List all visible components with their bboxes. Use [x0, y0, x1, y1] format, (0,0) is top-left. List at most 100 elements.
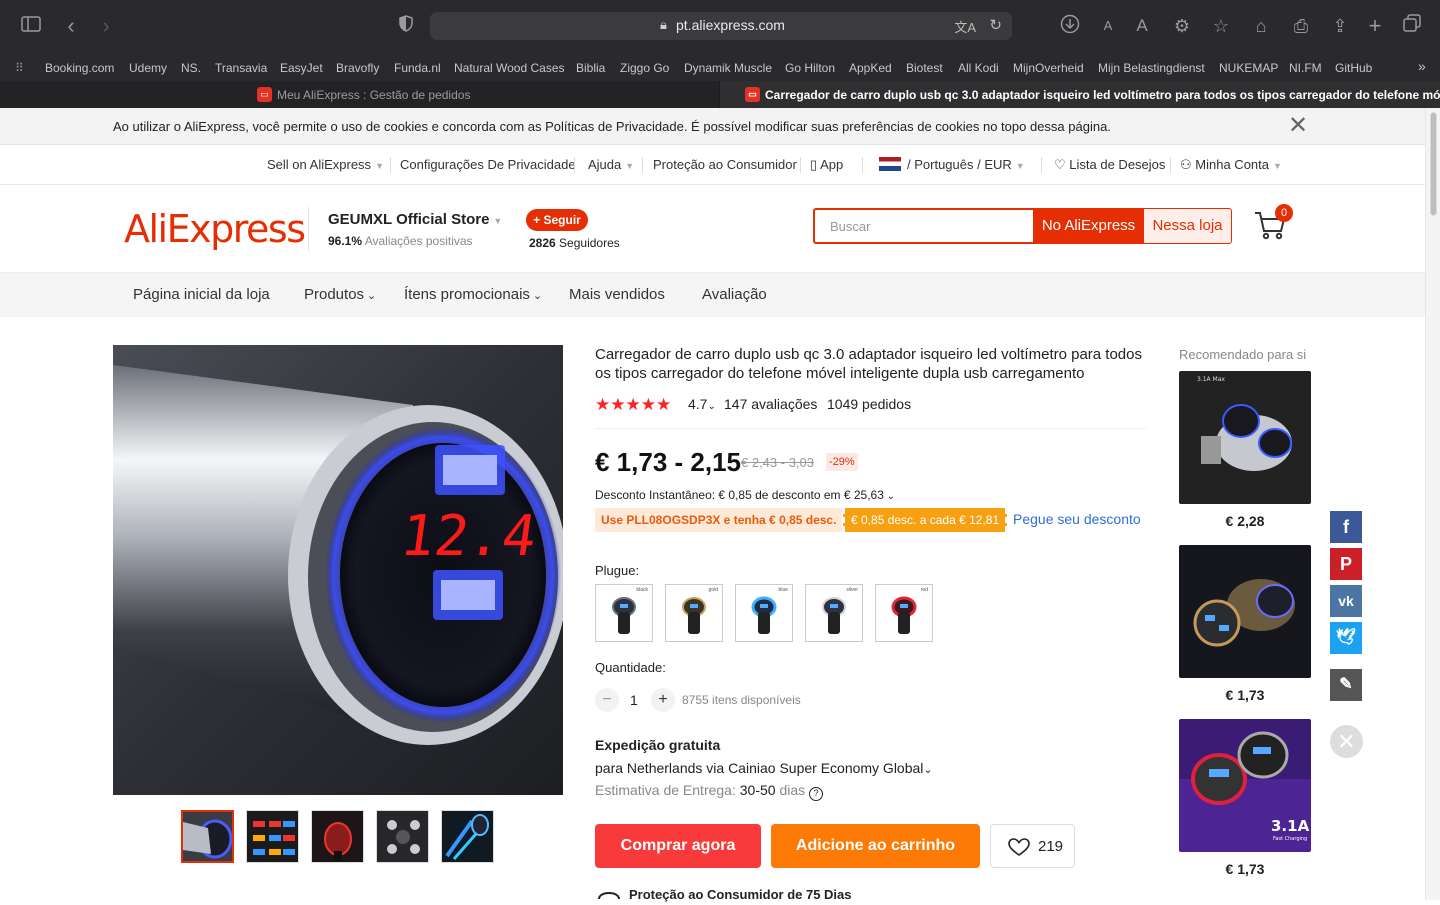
- bookmark[interactable]: Udemy: [129, 61, 167, 75]
- aliexpress-logo[interactable]: AliExpress: [124, 207, 306, 251]
- reviews-count[interactable]: 147 avaliações: [724, 396, 817, 412]
- share-icon[interactable]: ⇪: [1326, 14, 1354, 38]
- tab-orders[interactable]: ▭ Meu AliExpress : Gestão de pedidos: [0, 81, 719, 108]
- back-icon[interactable]: ‹: [57, 14, 85, 38]
- tab-product[interactable]: ▭ Carregador de carro duplo usb qc 3.0 a…: [720, 81, 1440, 108]
- store-nav-home[interactable]: Página inicial da loja: [133, 286, 270, 303]
- grid-icon[interactable]: ⠿: [15, 61, 24, 75]
- variant-gold[interactable]: gold: [665, 584, 723, 642]
- variant-blue[interactable]: blue: [735, 584, 793, 642]
- search-aliexpress-button[interactable]: No AliExpress: [1033, 208, 1144, 244]
- privacy-settings-link[interactable]: Configurações De Privacidade: [400, 157, 576, 172]
- product-thumbnail[interactable]: [181, 810, 234, 863]
- scrollbar-thumb[interactable]: [1430, 112, 1437, 216]
- bookmark[interactable]: NS.: [181, 61, 201, 75]
- star-icon[interactable]: ☆: [1207, 14, 1235, 38]
- bookmark[interactable]: AppKed: [849, 61, 892, 75]
- bookmark[interactable]: EasyJet: [280, 61, 323, 75]
- gear-icon[interactable]: ⚙: [1168, 14, 1196, 38]
- wishlist-link[interactable]: ♡ Lista de Desejos: [1054, 157, 1165, 173]
- rating-value[interactable]: 4.7⌄: [688, 396, 716, 412]
- close-icon[interactable]: ✕: [1330, 725, 1363, 758]
- shield-icon[interactable]: [392, 14, 420, 38]
- locale-selector[interactable]: / Português / EUR ▼: [879, 157, 1025, 172]
- address-bar[interactable]: 🔒︎ pt.aliexpress.com 文A ↻: [430, 12, 1012, 40]
- coupon-code[interactable]: Use PLL08OGSDP3X e tenha € 0,85 desc.: [595, 508, 843, 532]
- quantity-increase-button[interactable]: +: [651, 688, 675, 712]
- tab-overview-icon[interactable]: [1398, 14, 1426, 38]
- store-nav-reviews[interactable]: Avaliação: [702, 286, 767, 303]
- help-icon[interactable]: ?: [809, 787, 824, 801]
- home-icon[interactable]: ⌂: [1247, 14, 1275, 38]
- bookmark[interactable]: Booking.com: [45, 61, 114, 75]
- bookmark[interactable]: Mijn Belastingdienst: [1098, 61, 1205, 75]
- consumer-protection-link[interactable]: Proteção ao Consumidor: [653, 157, 797, 172]
- search-input[interactable]: Buscar: [813, 208, 1033, 244]
- app-link[interactable]: ▯ App: [810, 157, 843, 173]
- wishlist-button[interactable]: 219: [990, 824, 1075, 868]
- bookmark[interactable]: Bravofly: [336, 61, 379, 75]
- sell-link[interactable]: Sell on AliExpress ▼: [267, 157, 384, 172]
- account-link[interactable]: ⚇ Minha Conta ▼: [1180, 157, 1282, 173]
- edit-icon[interactable]: ✎: [1330, 669, 1362, 701]
- bookmark[interactable]: NUKEMAP: [1219, 61, 1278, 75]
- recommended-price[interactable]: € 1,73: [1179, 687, 1311, 703]
- text-smaller-icon[interactable]: A: [1094, 14, 1122, 38]
- bookmark[interactable]: Ziggo Go: [620, 61, 669, 75]
- shipping-method[interactable]: para Netherlands via Cainiao Super Econo…: [595, 760, 933, 776]
- bookmark[interactable]: Biotest: [906, 61, 943, 75]
- bookmark[interactable]: Go Hilton: [785, 61, 835, 75]
- quantity-value[interactable]: 1: [630, 692, 638, 708]
- store-nav-promos[interactable]: Ítens promocionais ⌄: [404, 286, 542, 303]
- forward-icon[interactable]: ›: [92, 14, 120, 38]
- recommended-image[interactable]: 3.1A Max: [1179, 371, 1311, 504]
- bookmark[interactable]: Biblia: [576, 61, 605, 75]
- variant-red[interactable]: red: [875, 584, 933, 642]
- facebook-icon[interactable]: f: [1330, 511, 1362, 543]
- bookmark[interactable]: Funda.nl: [394, 61, 441, 75]
- store-name[interactable]: GEUMXL Official Store ▼: [328, 211, 502, 228]
- vk-icon[interactable]: vk: [1330, 585, 1362, 617]
- recommended-image[interactable]: 3.1A Fast Charging: [1179, 719, 1311, 852]
- rating-stars[interactable]: ★★★★★: [595, 395, 671, 415]
- sidebar-toggle-icon[interactable]: [17, 14, 45, 38]
- variant-silver[interactable]: silver: [805, 584, 863, 642]
- download-icon[interactable]: [1056, 14, 1084, 40]
- reload-icon[interactable]: ↻: [989, 16, 1002, 34]
- pinterest-icon[interactable]: P: [1330, 548, 1362, 580]
- instant-discount[interactable]: Desconto Instantâneo: € 0,85 de desconto…: [595, 488, 895, 502]
- bookmark[interactable]: All Kodi: [958, 61, 999, 75]
- bookmark[interactable]: Dynamik Muscle: [684, 61, 772, 75]
- translate-icon[interactable]: 文A: [954, 17, 976, 36]
- more-bookmarks-icon[interactable]: »: [1418, 58, 1426, 74]
- buy-now-button[interactable]: Comprar agora: [595, 824, 761, 868]
- bookmark[interactable]: GitHub: [1335, 61, 1372, 75]
- text-larger-icon[interactable]: A: [1128, 14, 1156, 38]
- close-icon[interactable]: ✕: [1288, 112, 1308, 140]
- store-nav-products[interactable]: Produtos ⌄: [304, 286, 376, 303]
- print-icon[interactable]: ⎙: [1287, 14, 1315, 38]
- search-store-button[interactable]: Nessa loja: [1144, 208, 1232, 244]
- product-main-image[interactable]: 12.4: [113, 345, 563, 795]
- product-thumbnail[interactable]: [376, 810, 429, 863]
- help-link[interactable]: Ajuda ▼: [588, 157, 634, 172]
- recommended-price[interactable]: € 1,73: [1179, 861, 1311, 877]
- product-thumbnail[interactable]: [311, 810, 364, 863]
- store-coupon[interactable]: € 0,85 desc. a cada € 12,81: [843, 508, 1008, 532]
- bookmark[interactable]: NI.FM: [1289, 61, 1322, 75]
- new-tab-icon[interactable]: +: [1361, 14, 1389, 38]
- product-thumbnail[interactable]: [246, 810, 299, 863]
- store-nav-bestsellers[interactable]: Mais vendidos: [569, 286, 665, 303]
- product-thumbnail[interactable]: [441, 810, 494, 863]
- follow-button[interactable]: + Seguir: [526, 209, 588, 231]
- bookmark[interactable]: Natural Wood Cases: [454, 61, 565, 75]
- bookmark[interactable]: MijnOverheid: [1013, 61, 1084, 75]
- get-discount-link[interactable]: Pegue seu desconto: [1013, 511, 1141, 527]
- add-to-cart-button[interactable]: Adicione ao carrinho: [771, 824, 980, 868]
- bookmark[interactable]: Transavia: [215, 61, 267, 75]
- twitter-icon[interactable]: 🕊︎: [1330, 622, 1362, 654]
- recommended-price[interactable]: € 2,28: [1179, 513, 1311, 529]
- quantity-decrease-button[interactable]: −: [595, 688, 619, 712]
- variant-black[interactable]: black: [595, 584, 653, 642]
- recommended-image[interactable]: [1179, 545, 1311, 678]
